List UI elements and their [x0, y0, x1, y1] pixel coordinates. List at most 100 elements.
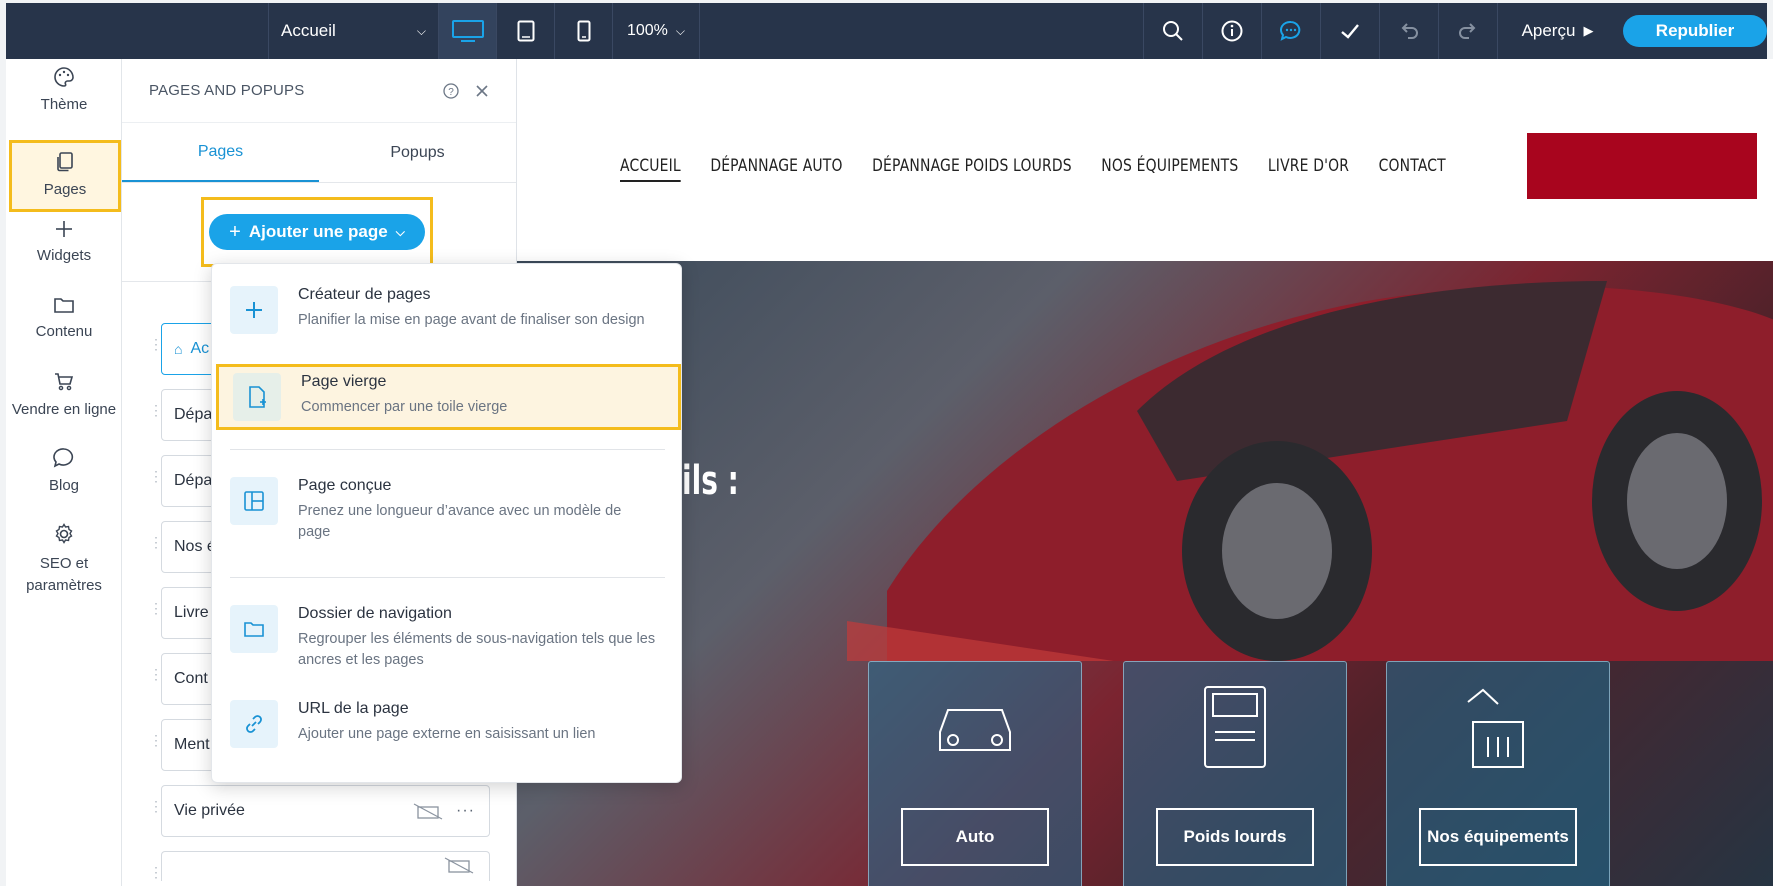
- info-button[interactable]: [1202, 3, 1261, 59]
- rail-label: Blog: [48, 477, 80, 494]
- toolbar-fill: [700, 3, 1143, 59]
- site-header[interactable]: ACCUEIL DÉPANNAGE AUTO DÉPANNAGE POIDS L…: [517, 81, 1773, 261]
- tablet-view-button[interactable]: [496, 3, 554, 59]
- nav-item-depannage-poids-lourds[interactable]: DÉPANNAGE POIDS LOURDS: [872, 156, 1072, 182]
- rail-label: Vendre en ligne: [11, 401, 117, 418]
- rail-item-theme[interactable]: Thème: [6, 66, 122, 113]
- rail-item-pages[interactable]: Pages: [9, 140, 121, 212]
- undo-icon: [1401, 23, 1418, 39]
- republish-button[interactable]: Republier: [1623, 15, 1767, 47]
- menu-item-text: Page conçue Prenez une longueur d’avance…: [298, 477, 638, 543]
- menu-item-desc: Prenez une longueur d’avance avec un mod…: [298, 503, 622, 540]
- menu-item-text: Créateur de pages Planifier la mise en p…: [298, 286, 645, 334]
- service-card-auto[interactable]: Auto: [868, 661, 1082, 886]
- plus-icon: [230, 286, 278, 334]
- svg-text:?: ?: [448, 87, 454, 98]
- rail-item-seo-settings[interactable]: SEO et paramètres: [6, 523, 122, 597]
- preview-label: Aperçu: [1521, 21, 1576, 40]
- nav-item-accueil[interactable]: ACCUEIL: [620, 156, 681, 182]
- site-canvas[interactable]: ACCUEIL DÉPANNAGE AUTO DÉPANNAGE POIDS L…: [517, 59, 1773, 886]
- checkmark-icon: [1341, 24, 1359, 39]
- page-row[interactable]: [161, 851, 490, 881]
- panel-tabs: Pages Popups: [122, 123, 516, 183]
- speech-bubble-icon: [53, 448, 74, 468]
- preview-button[interactable]: Aperçu ▶: [1497, 3, 1617, 59]
- panel-header-icons: ?: [443, 82, 489, 99]
- nav-item-depannage-auto[interactable]: DÉPANNAGE AUTO: [710, 156, 842, 182]
- page-row-label: Cont: [174, 670, 208, 687]
- menu-divider: [230, 449, 665, 450]
- desktop-icon: [451, 20, 484, 42]
- left-rail: Thème Pages Widgets Contenu Vendre en li…: [6, 59, 122, 886]
- comments-button[interactable]: [1261, 3, 1320, 59]
- tab-popups[interactable]: Popups: [319, 123, 516, 182]
- page-select-value: Accueil: [281, 21, 336, 40]
- hidden-page-icon[interactable]: [412, 802, 444, 820]
- tab-pages[interactable]: Pages: [122, 123, 319, 182]
- drag-handle-icon[interactable]: ⋮⋮: [149, 733, 176, 747]
- header-cta-block[interactable]: [1527, 133, 1757, 199]
- gear-icon: [55, 523, 73, 544]
- page-select[interactable]: Accueil ⌵: [268, 3, 438, 59]
- drag-handle-icon[interactable]: ⋮⋮: [149, 337, 176, 351]
- drag-handle-icon[interactable]: ⋮⋮: [149, 601, 176, 615]
- menu-item-page-url[interactable]: URL de la page Ajouter une page externe …: [230, 700, 665, 748]
- drag-handle-icon[interactable]: ⋮⋮: [149, 403, 176, 417]
- folder-icon: [54, 298, 74, 313]
- cart-icon: [55, 373, 74, 391]
- rail-item-blog[interactable]: Blog: [6, 447, 122, 494]
- rail-item-widgets[interactable]: Widgets: [6, 219, 122, 264]
- info-icon: [1221, 20, 1243, 42]
- menu-item-title: URL de la page: [298, 700, 409, 717]
- zoom-select[interactable]: 100% ⌵: [612, 3, 700, 59]
- undo-button[interactable]: [1379, 3, 1438, 59]
- menu-item-nav-folder[interactable]: Dossier de navigation Regrouper les élém…: [230, 605, 665, 671]
- nav-item-nos-equipements[interactable]: NOS ÉQUIPEMENTS: [1101, 156, 1238, 182]
- service-card-poids-lourds[interactable]: Poids lourds: [1123, 661, 1347, 886]
- chevron-down-icon: ⌵: [675, 23, 686, 38]
- drag-handle-icon[interactable]: ⋮⋮: [149, 865, 176, 879]
- menu-item-title: Dossier de navigation: [298, 605, 452, 622]
- menu-item-title: Créateur de pages: [298, 286, 431, 303]
- drag-handle-icon[interactable]: ⋮⋮: [149, 469, 176, 483]
- page-row-privacy[interactable]: Vie privée ···: [161, 785, 490, 837]
- page-row-label: Livre: [174, 604, 209, 621]
- menu-item-desc: Planifier la mise en page avant de final…: [298, 312, 645, 328]
- mobile-view-button[interactable]: [554, 3, 612, 59]
- drag-handle-icon[interactable]: ⋮⋮: [149, 667, 176, 681]
- add-page-button[interactable]: + Ajouter une page ⌵: [209, 214, 425, 250]
- plus-icon: [56, 221, 72, 237]
- folder-icon: [230, 605, 278, 653]
- menu-item-desc: Regrouper les éléments de sous-navigatio…: [298, 631, 656, 668]
- nav-item-contact[interactable]: CONTACT: [1379, 156, 1446, 182]
- close-icon[interactable]: [475, 84, 489, 98]
- hero-section[interactable]: ils : Auto Poids lourds Nos équipements: [517, 261, 1773, 886]
- drag-handle-icon[interactable]: ⋮⋮: [149, 535, 176, 549]
- page-row-tools: [443, 856, 475, 874]
- hidden-page-icon[interactable]: [443, 856, 475, 874]
- car-icon: [939, 709, 1011, 751]
- page-row-label: Dépa: [174, 406, 213, 423]
- save-status-button[interactable]: [1320, 3, 1379, 59]
- rail-label: Widgets: [36, 247, 92, 264]
- chevron-down-icon: ⌵: [416, 23, 426, 38]
- editor-toolbar: Accueil ⌵ 100% ⌵ Aperçu ▶ Republier: [6, 3, 1767, 59]
- menu-item-page-builder[interactable]: Créateur de pages Planifier la mise en p…: [230, 286, 665, 334]
- drag-handle-icon[interactable]: ⋮⋮: [149, 799, 176, 813]
- menu-item-blank-page[interactable]: Page vierge Commencer par une toile vier…: [216, 364, 681, 430]
- more-icon[interactable]: ···: [456, 802, 475, 820]
- menu-divider: [230, 577, 665, 578]
- nav-item-livre-dor[interactable]: LIVRE D'OR: [1268, 156, 1349, 182]
- truck-icon: [1204, 686, 1266, 768]
- add-page-label: Ajouter une page: [248, 222, 388, 241]
- help-icon[interactable]: ?: [443, 82, 459, 99]
- menu-item-text: URL de la page Ajouter une page externe …: [298, 700, 595, 748]
- service-card-equipements[interactable]: Nos équipements: [1386, 661, 1610, 886]
- search-button[interactable]: [1143, 3, 1202, 59]
- menu-item-designed-page[interactable]: Page conçue Prenez une longueur d’avance…: [230, 477, 665, 543]
- desktop-view-button[interactable]: [438, 3, 496, 59]
- redo-button[interactable]: [1438, 3, 1497, 59]
- publish-wrap: Republier: [1617, 3, 1767, 59]
- rail-item-content[interactable]: Contenu: [6, 295, 122, 340]
- rail-item-sell-online[interactable]: Vendre en ligne: [6, 371, 122, 418]
